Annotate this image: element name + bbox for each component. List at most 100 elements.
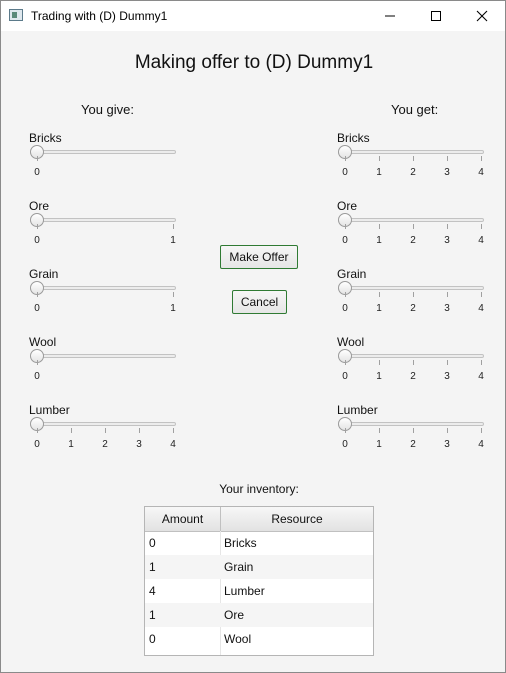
give-slider-track[interactable] — [34, 422, 176, 426]
get-slider-tick — [379, 292, 380, 297]
get-slider-tick — [447, 224, 448, 229]
get-slider-tick — [413, 428, 414, 433]
you-give-header: You give: — [81, 102, 135, 117]
table-row[interactable]: 0 Wool — [145, 627, 373, 651]
cancel-button[interactable]: Cancel — [232, 290, 287, 314]
window-title: Trading with (D) Dummy1 — [31, 9, 168, 23]
get-slider-track[interactable] — [342, 150, 484, 154]
get-slider-label: Bricks — [337, 131, 370, 145]
get-slider-tick — [447, 292, 448, 297]
get-slider-tick-label: 4 — [478, 371, 484, 382]
resource-cell: Bricks — [224, 536, 257, 550]
give-slider-label: Wool — [29, 335, 57, 349]
give-slider-tick-label: 1 — [170, 235, 176, 246]
table-row[interactable]: 4 Lumber — [145, 579, 373, 603]
amount-cell: 4 — [149, 584, 156, 598]
column-header-amount[interactable]: Amount — [145, 507, 221, 531]
maximize-button[interactable] — [413, 1, 459, 31]
table-row[interactable]: 1 Grain — [145, 555, 373, 579]
table-row[interactable]: 1 Ore — [145, 603, 373, 627]
resource-cell: Ore — [224, 608, 245, 622]
give-slider-tick — [37, 224, 38, 229]
get-slider-tick — [379, 156, 380, 161]
give-slider-tick-label: 0 — [34, 371, 40, 382]
give-slider-track[interactable] — [34, 150, 176, 154]
close-icon — [476, 10, 488, 22]
amount-cell: 1 — [149, 560, 156, 574]
app-icon — [9, 9, 23, 21]
get-slider-tick — [481, 292, 482, 297]
give-slider-tick-label: 1 — [68, 439, 74, 450]
get-slider-tick — [345, 292, 346, 297]
give-slider-tick-label: 1 — [170, 303, 176, 314]
get-slider-tick-label: 1 — [376, 371, 382, 382]
get-slider-tick — [379, 224, 380, 229]
give-slider-label: Ore — [29, 199, 50, 213]
get-slider-tick — [413, 360, 414, 365]
get-slider-label: Lumber — [337, 403, 378, 417]
get-slider-label: Wool — [337, 335, 365, 349]
get-slider-tick — [481, 156, 482, 161]
get-slider-tick — [379, 428, 380, 433]
get-slider-tick-label: 2 — [410, 235, 416, 246]
get-slider-tick — [447, 360, 448, 365]
get-slider-track[interactable] — [342, 218, 484, 222]
give-slider-tick-label: 4 — [170, 439, 176, 450]
give-slider-label: Grain — [29, 267, 59, 281]
amount-cell: 0 — [149, 632, 156, 646]
get-slider-tick-label: 4 — [478, 167, 484, 178]
get-slider-tick-label: 4 — [478, 235, 484, 246]
get-slider-tick — [345, 224, 346, 229]
get-slider-tick-label: 1 — [376, 167, 382, 178]
get-slider-tick-label: 2 — [410, 303, 416, 314]
get-slider-tick-label: 1 — [376, 303, 382, 314]
resource-cell: Wool — [224, 632, 252, 646]
get-slider-label: Ore — [337, 199, 358, 213]
close-button[interactable] — [459, 1, 505, 31]
resource-cell: Lumber — [224, 584, 265, 598]
title-bar: Trading with (D) Dummy1 — [1, 1, 505, 31]
get-slider-tick-label: 3 — [444, 303, 450, 314]
get-slider-tick-label: 1 — [376, 235, 382, 246]
get-slider-tick — [345, 156, 346, 161]
minimize-button[interactable] — [367, 1, 413, 31]
give-slider-track[interactable] — [34, 286, 176, 290]
maximize-icon — [431, 11, 441, 21]
give-slider-track[interactable] — [34, 218, 176, 222]
get-slider-tick — [345, 360, 346, 365]
get-slider-label: Grain — [337, 267, 367, 281]
get-slider-tick-label: 0 — [342, 371, 348, 382]
get-slider-track[interactable] — [342, 286, 484, 290]
resource-cell: Grain — [224, 560, 254, 574]
get-slider-track[interactable] — [342, 422, 484, 426]
get-slider-track[interactable] — [342, 354, 484, 358]
get-slider-tick — [481, 428, 482, 433]
give-slider-tick-label: 0 — [34, 167, 40, 178]
give-slider-tick — [37, 292, 38, 297]
give-slider-tick — [105, 428, 106, 433]
give-slider-track[interactable] — [34, 354, 176, 358]
get-slider-tick-label: 1 — [376, 439, 382, 450]
give-slider-tick — [37, 428, 38, 433]
inventory-table: Amount Resource 0 Bricks 1 Grain 4 Lumber 1 Ore… — [144, 506, 374, 656]
give-slider-label: Bricks — [29, 131, 62, 145]
column-header-resource[interactable]: Resource — [221, 507, 373, 531]
get-slider-tick-label: 4 — [478, 439, 484, 450]
get-slider-tick-label: 3 — [444, 235, 450, 246]
get-slider-tick-label: 3 — [444, 439, 450, 450]
give-slider-label: Lumber — [29, 403, 70, 417]
give-slider-tick — [173, 428, 174, 433]
get-slider-tick — [379, 360, 380, 365]
get-slider-tick-label: 2 — [410, 439, 416, 450]
give-slider-tick-label: 3 — [136, 439, 142, 450]
amount-cell: 0 — [149, 536, 156, 550]
get-slider-tick-label: 0 — [342, 303, 348, 314]
give-slider-tick — [37, 156, 38, 161]
give-slider-tick-label: 0 — [34, 235, 40, 246]
minimize-icon — [385, 15, 395, 17]
trade-window: Trading with (D) Dummy1 Making offer to … — [0, 0, 506, 673]
get-slider-tick — [447, 428, 448, 433]
get-slider-tick — [345, 428, 346, 433]
table-row[interactable]: 0 Bricks — [145, 531, 373, 555]
make-offer-button[interactable]: Make Offer — [220, 245, 298, 269]
